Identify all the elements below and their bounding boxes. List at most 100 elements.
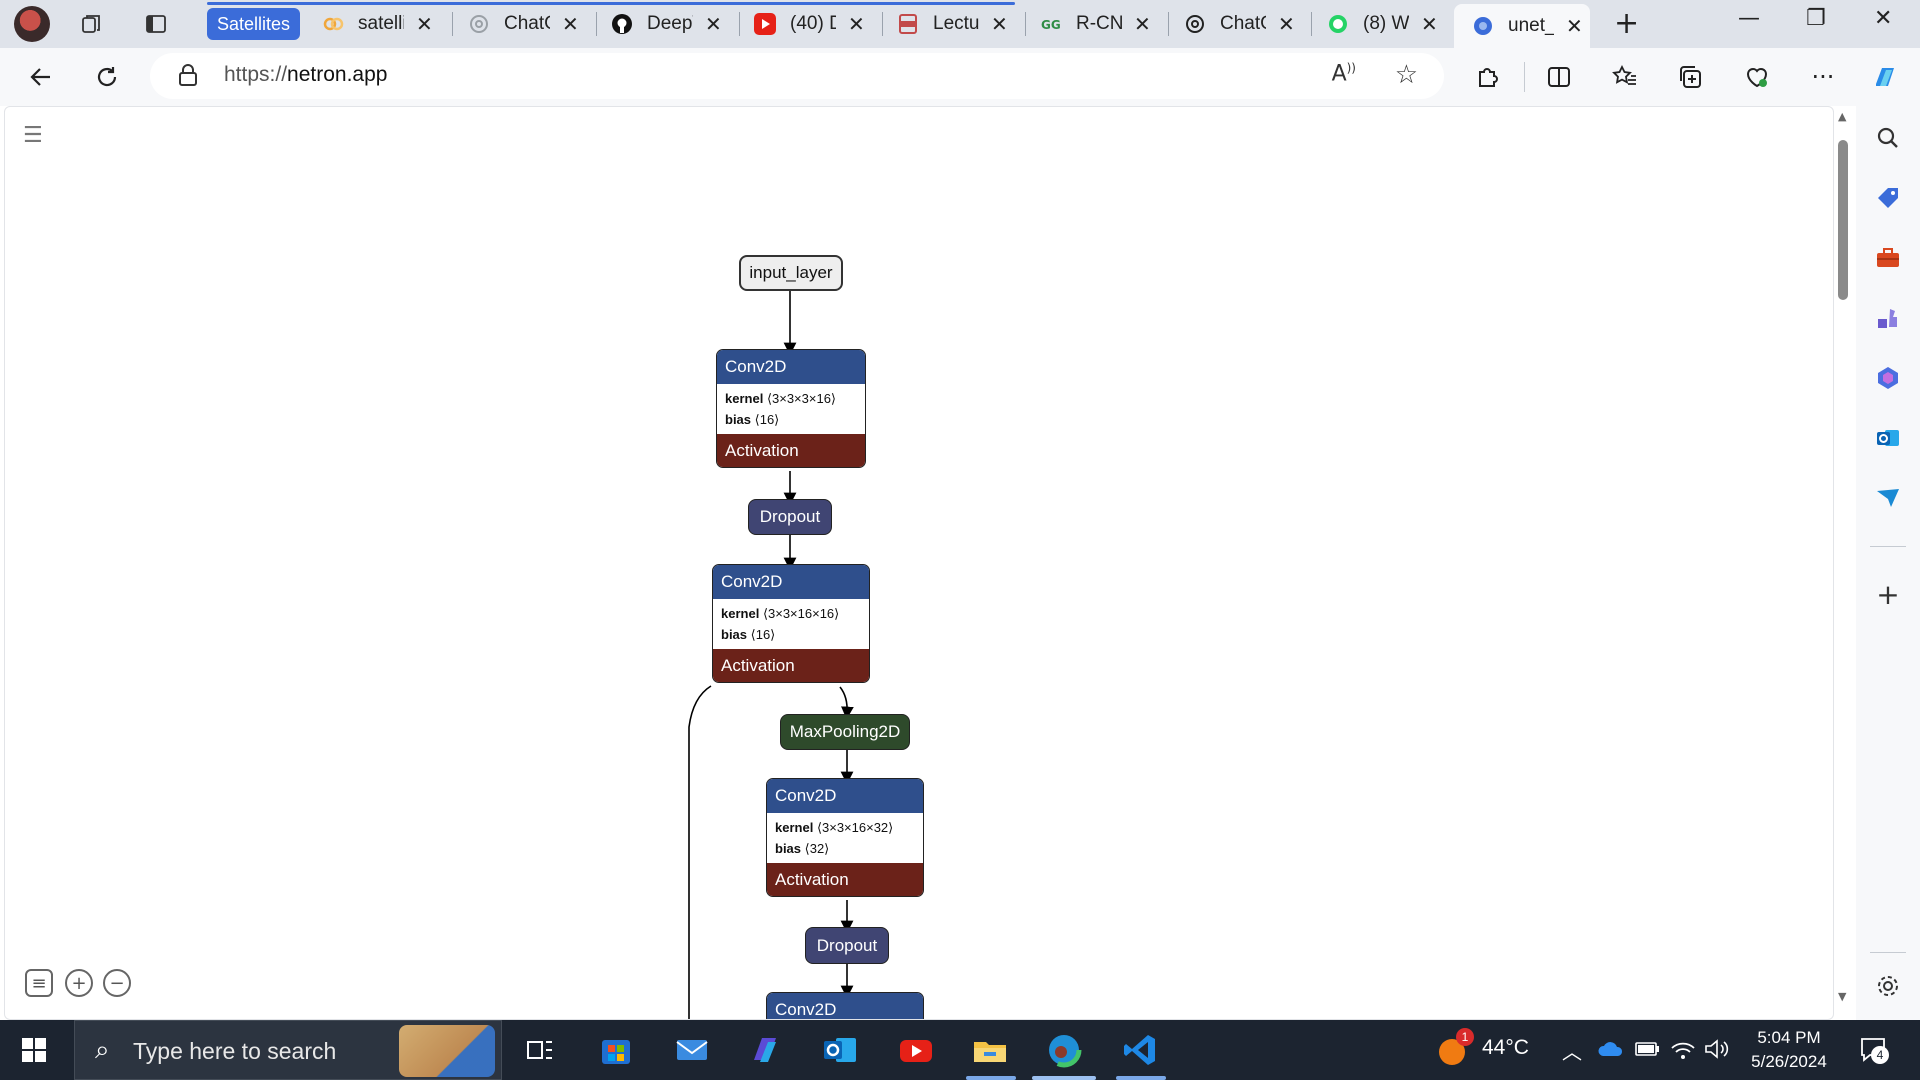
dropout-node-2[interactable]: Dropout (805, 927, 889, 964)
close-tab-icon[interactable]: ✕ (416, 12, 433, 37)
copilot-icon[interactable] (1868, 60, 1902, 94)
send-drop-icon[interactable] (1874, 484, 1902, 512)
minimize-button[interactable]: — (1738, 6, 1760, 31)
tab-netron-active[interactable]: unet_ ✕ (1454, 4, 1590, 48)
tab-title: (8) Wh (1363, 13, 1409, 34)
microsoft-365-icon[interactable] (1874, 364, 1902, 392)
clock[interactable]: 5:04 PM 5/26/2024 (1744, 1026, 1834, 1074)
conv2d-node-4[interactable]: Conv2D (766, 992, 924, 1019)
show-hidden-icons-icon[interactable]: ︿ (1562, 1036, 1582, 1065)
collections-icon[interactable] (1674, 60, 1708, 94)
tab-whatsapp[interactable]: (8) Wh ✕ (1327, 6, 1438, 42)
tab-chatgpt-2[interactable]: ChatG ✕ (1184, 6, 1295, 42)
close-tab-icon[interactable]: ✕ (848, 12, 865, 37)
scroll-down-icon[interactable]: ▼ (1838, 990, 1846, 1003)
workspaces-icon[interactable] (76, 8, 108, 40)
tab-group-label[interactable]: Satellites (207, 8, 301, 40)
close-tab-icon[interactable]: ✕ (1566, 14, 1583, 39)
browser-essentials-icon[interactable] (1740, 60, 1774, 94)
weather-icon[interactable]: 1 (1436, 1028, 1474, 1068)
tab-divider (1311, 12, 1312, 36)
read-aloud-icon[interactable]: A)) (1332, 61, 1356, 86)
profile-avatar[interactable] (14, 6, 50, 42)
conv2d-node-3[interactable]: Conv2D kernel ⟨3×3×16×32⟩ bias ⟨32⟩ Acti… (766, 778, 924, 897)
close-tab-icon[interactable]: ✕ (1421, 12, 1438, 37)
close-tab-icon[interactable]: ✕ (1278, 12, 1295, 37)
vertical-scrollbar[interactable]: ▲ ▼ (1834, 106, 1852, 1020)
node-title: Conv2D (717, 350, 865, 384)
tab-actions-icon[interactable] (140, 8, 172, 40)
add-sidebar-app-icon[interactable]: + (1874, 578, 1902, 611)
extensions-icon[interactable] (1470, 60, 1504, 94)
games-icon[interactable] (1874, 304, 1902, 332)
scroll-up-icon[interactable]: ▲ (1838, 110, 1846, 123)
onedrive-icon[interactable] (1598, 1040, 1624, 1063)
url-text[interactable]: https://netron.app (224, 63, 387, 87)
model-properties-button[interactable]: ≡ (25, 969, 53, 997)
close-window-button[interactable]: ✕ (1874, 6, 1892, 31)
close-tab-icon[interactable]: ✕ (1134, 12, 1151, 37)
task-view-icon[interactable] (522, 1032, 558, 1068)
wifi-icon[interactable] (1670, 1038, 1696, 1065)
close-tab-icon[interactable]: ✕ (991, 12, 1008, 37)
battery-icon[interactable] (1634, 1040, 1660, 1063)
kernel-shape: ⟨3×3×16×16⟩ (762, 606, 840, 621)
tab-title: unet_ (1508, 15, 1554, 36)
favorites-icon[interactable] (1608, 60, 1642, 94)
weather-badge: 1 (1456, 1028, 1474, 1046)
file-explorer-icon[interactable] (972, 1032, 1008, 1068)
microsoft-store-icon[interactable] (598, 1032, 634, 1068)
shopping-tag-icon[interactable] (1874, 184, 1902, 212)
outlook-taskbar-icon[interactable] (822, 1032, 858, 1068)
kernel-label: kernel (725, 391, 764, 406)
copilot-app-icon[interactable] (748, 1032, 784, 1068)
tab-lecture-pdf[interactable]: Lectur ✕ (897, 6, 1008, 42)
conv2d-node-1[interactable]: Conv2D kernel ⟨3×3×3×16⟩ bias ⟨16⟩ Activ… (716, 349, 866, 468)
tab-title: DeepV (647, 13, 693, 34)
tab-satellite-colab[interactable]: satelli ✕ (322, 6, 433, 42)
tab-chatgpt-1[interactable]: ChatG ✕ (468, 6, 579, 42)
new-tab-button[interactable]: + (1614, 6, 1639, 41)
back-button[interactable] (24, 60, 58, 94)
address-bar[interactable]: https://netron.app A)) ☆ (150, 53, 1444, 99)
tab-youtube[interactable]: (40) D ✕ (754, 6, 865, 42)
mail-icon[interactable] (674, 1032, 710, 1068)
tab-github[interactable]: DeepV ✕ (611, 6, 722, 42)
weather-temperature[interactable]: 44°C (1482, 1036, 1529, 1060)
zoom-out-button[interactable]: − (103, 969, 131, 997)
dropout-node-1[interactable]: Dropout (748, 499, 832, 535)
tab-rcnn[interactable]: GG R-CNN ✕ (1040, 6, 1151, 42)
tab-title: satelli (358, 13, 404, 34)
restore-button[interactable]: ❐ (1806, 6, 1826, 31)
zoom-in-button[interactable]: + (65, 969, 93, 997)
youtube-taskbar-icon[interactable] (898, 1032, 934, 1068)
split-screen-icon[interactable] (1542, 60, 1576, 94)
input-layer-node[interactable]: input_layer (739, 255, 843, 291)
notifications-icon[interactable]: 4 (1858, 1034, 1890, 1066)
favorite-star-icon[interactable]: ☆ (1395, 60, 1418, 90)
outlook-icon[interactable] (1874, 424, 1902, 452)
activation-label: Activation (713, 649, 869, 682)
search-icon[interactable] (1874, 124, 1902, 152)
tools-icon[interactable] (1874, 244, 1902, 272)
lock-icon[interactable] (178, 63, 198, 87)
pdf-icon (897, 13, 919, 35)
maxpooling2d-node[interactable]: MaxPooling2D (780, 714, 910, 750)
toolbar-divider (1524, 62, 1525, 92)
settings-more-icon[interactable]: ··· (1806, 60, 1840, 94)
edge-taskbar-icon[interactable] (1046, 1032, 1082, 1068)
kernel-shape: ⟨3×3×16×32⟩ (816, 820, 894, 835)
scrollbar-thumb[interactable] (1838, 140, 1848, 300)
sidebar-settings-icon[interactable] (1874, 972, 1902, 1000)
conv2d-node-2[interactable]: Conv2D kernel ⟨3×3×16×16⟩ bias ⟨16⟩ Acti… (712, 564, 870, 683)
vscode-icon[interactable] (1122, 1032, 1158, 1068)
youtube-icon (754, 13, 776, 35)
refresh-button[interactable] (90, 60, 124, 94)
tab-title: ChatG (1220, 13, 1266, 34)
tab-divider (1025, 12, 1026, 36)
close-tab-icon[interactable]: ✕ (562, 12, 579, 37)
taskbar-search-box[interactable]: ⌕ Type here to search (74, 1020, 502, 1080)
volume-icon[interactable] (1704, 1038, 1730, 1065)
close-tab-icon[interactable]: ✕ (705, 12, 722, 37)
start-button[interactable] (22, 1038, 46, 1062)
